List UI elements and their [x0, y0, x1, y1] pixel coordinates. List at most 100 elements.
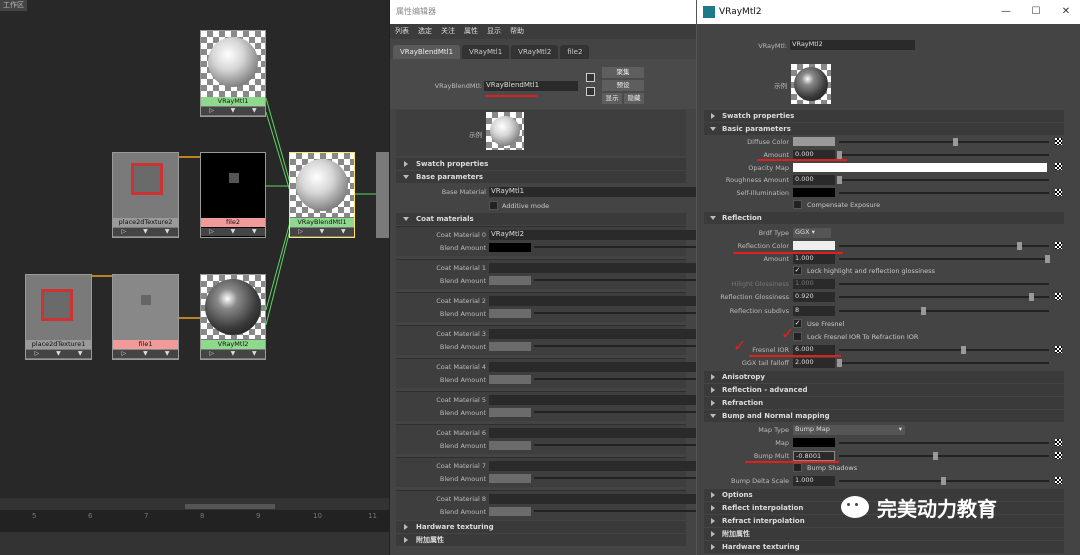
- section-coat-materials[interactable]: Coat materials: [396, 213, 686, 225]
- section-basic-parameters[interactable]: Basic parameters: [704, 123, 1064, 135]
- blend-amount-swatch[interactable]: [489, 276, 531, 285]
- node-vraymtl1[interactable]: VRayMtl1 ▷ ▼ ▼: [200, 30, 266, 117]
- hide-button[interactable]: 隐藏: [624, 93, 644, 104]
- menu-item-selected[interactable]: 选定: [418, 24, 432, 39]
- diffuse-slider[interactable]: [953, 138, 958, 146]
- presets-button[interactable]: 预设: [602, 80, 644, 91]
- blend-amount-slider[interactable]: [534, 444, 696, 446]
- opacity-map-swatch[interactable]: [793, 163, 1047, 172]
- coat-material-field[interactable]: [489, 395, 696, 405]
- timeline-scrollbar[interactable]: [185, 504, 275, 509]
- reflection-subdivs-field[interactable]: 8: [793, 306, 835, 316]
- coat-material-field[interactable]: [489, 461, 696, 471]
- node-name-field[interactable]: VRayBlendMtl1: [484, 81, 578, 91]
- node-port-bar[interactable]: ▷ ▼ ▼: [201, 350, 265, 358]
- reflection-color-slider[interactable]: [1017, 242, 1022, 250]
- blend-amount-swatch[interactable]: [489, 507, 531, 516]
- section-extra-attributes[interactable]: 附加属性: [396, 534, 686, 546]
- blend-amount-slider[interactable]: [534, 279, 696, 281]
- section-swatch-properties[interactable]: Swatch properties: [396, 158, 686, 170]
- map-button[interactable]: [1055, 138, 1062, 145]
- blend-amount-swatch[interactable]: [489, 408, 531, 417]
- focus-input-icon[interactable]: [586, 73, 595, 82]
- node-editor-panel[interactable]: 工作区 VRayMtl1 ▷ ▼ ▼ place2dTexture2 ▷ ▼ ▼ fil…: [0, 0, 389, 555]
- timeline-ruler[interactable]: 5 6 7 8 9 10 11: [0, 498, 389, 555]
- bump-mult-slider[interactable]: [933, 452, 938, 460]
- section-extra-attributes[interactable]: 附加属性: [704, 528, 1064, 540]
- node-file2[interactable]: file2 ▷ ▼ ▼: [200, 152, 266, 238]
- blend-amount-swatch[interactable]: [489, 342, 531, 351]
- map-button[interactable]: [1055, 439, 1062, 446]
- menu-item-list[interactable]: 列表: [395, 24, 409, 39]
- amount-slider[interactable]: [837, 151, 842, 159]
- coat-material-field[interactable]: [489, 296, 696, 306]
- focus-button[interactable]: 聚集: [602, 67, 644, 78]
- section-swatch-properties[interactable]: Swatch properties: [704, 110, 1064, 122]
- node-port-bar[interactable]: ▷ ▼ ▼: [201, 107, 265, 115]
- tab-file2[interactable]: file2: [560, 45, 590, 59]
- map-type-dropdown[interactable]: Bump Map ▾: [793, 425, 905, 435]
- menu-item-attributes[interactable]: 属性: [464, 24, 478, 39]
- maximize-button[interactable]: ☐: [1021, 0, 1051, 24]
- show-button[interactable]: 显示: [602, 93, 622, 104]
- fresnel-ior-slider[interactable]: [961, 346, 966, 354]
- map-button[interactable]: [1055, 452, 1062, 459]
- base-material-field[interactable]: VRayMtl1: [489, 187, 696, 197]
- section-anisotropy[interactable]: Anisotropy: [704, 371, 1064, 383]
- map-button[interactable]: [1055, 163, 1062, 170]
- blend-amount-swatch[interactable]: [489, 309, 531, 318]
- blend-amount-slider[interactable]: [534, 378, 696, 380]
- close-button[interactable]: ✕: [1051, 0, 1080, 24]
- blend-amount-slider[interactable]: [534, 246, 696, 248]
- bump-delta-slider[interactable]: [941, 477, 946, 485]
- blend-amount-slider[interactable]: [534, 510, 696, 512]
- reflection-glossiness-slider[interactable]: [1029, 293, 1034, 301]
- blend-amount-swatch[interactable]: [489, 243, 531, 252]
- focus-output-icon[interactable]: [586, 87, 595, 96]
- section-hardware-texturing[interactable]: Hardware texturing: [704, 541, 1064, 553]
- coat-material-field[interactable]: [489, 494, 696, 504]
- blend-amount-swatch[interactable]: [489, 474, 531, 483]
- blend-amount-swatch[interactable]: [489, 375, 531, 384]
- menu-item-focus[interactable]: 关注: [441, 24, 455, 39]
- additive-mode-checkbox[interactable]: [489, 201, 498, 210]
- map-button[interactable]: [1055, 242, 1062, 249]
- vray-name-field[interactable]: VRayMtl2: [790, 40, 915, 50]
- reflection-glossiness-field[interactable]: 0.920: [793, 292, 835, 302]
- tab-vraymtl2[interactable]: VRayMtl2: [511, 45, 559, 59]
- menu-item-help[interactable]: 帮助: [510, 24, 524, 39]
- refl-amount-field[interactable]: 1.000: [793, 254, 835, 264]
- hilight-glossiness-field[interactable]: 1.000: [793, 279, 835, 289]
- refl-amount-slider[interactable]: [1045, 255, 1050, 263]
- node-place2dtexture2[interactable]: place2dTexture2 ▷ ▼ ▼: [112, 152, 179, 238]
- bump-mult-field[interactable]: -0.8001: [793, 451, 835, 461]
- menu-item-show[interactable]: 显示: [487, 24, 501, 39]
- coat-material-field[interactable]: [489, 428, 696, 438]
- ggx-tail-field[interactable]: 2.000: [793, 358, 835, 368]
- compensate-exposure-checkbox[interactable]: [793, 200, 802, 209]
- node-port-bar[interactable]: ▷ ▼ ▼: [113, 228, 178, 236]
- coat-material-field[interactable]: [489, 263, 696, 273]
- blend-amount-slider[interactable]: [534, 411, 696, 413]
- node-port-bar[interactable]: ▷ ▼ ▼: [201, 228, 265, 236]
- diffuse-color-swatch[interactable]: [793, 137, 835, 146]
- blend-amount-slider[interactable]: [534, 345, 696, 347]
- bump-delta-field[interactable]: 1.000: [793, 476, 835, 486]
- roughness-field[interactable]: 0.000: [793, 175, 835, 185]
- offscreen-node[interactable]: [376, 152, 389, 238]
- bump-map-swatch[interactable]: [793, 438, 835, 447]
- coat-material-field[interactable]: [489, 329, 696, 339]
- reflection-color-swatch[interactable]: [793, 241, 835, 250]
- section-bump-normal[interactable]: Bump and Normal mapping: [704, 410, 1064, 422]
- section-hardware-texturing[interactable]: Hardware texturing: [396, 521, 686, 533]
- minimize-button[interactable]: —: [991, 0, 1021, 24]
- fresnel-ior-field[interactable]: 6.000: [793, 345, 835, 355]
- reflection-subdivs-slider[interactable]: [921, 307, 926, 315]
- bump-shadows-checkbox[interactable]: [793, 463, 802, 472]
- blend-amount-slider[interactable]: [534, 312, 696, 314]
- roughness-slider[interactable]: [837, 176, 842, 184]
- section-reflection-advanced[interactable]: Reflection - advanced: [704, 384, 1064, 396]
- section-reflection[interactable]: Reflection: [704, 212, 1064, 224]
- node-port-bar[interactable]: ▷ ▼ ▼: [113, 350, 178, 358]
- node-file1[interactable]: file1 ▷ ▼ ▼: [112, 274, 179, 360]
